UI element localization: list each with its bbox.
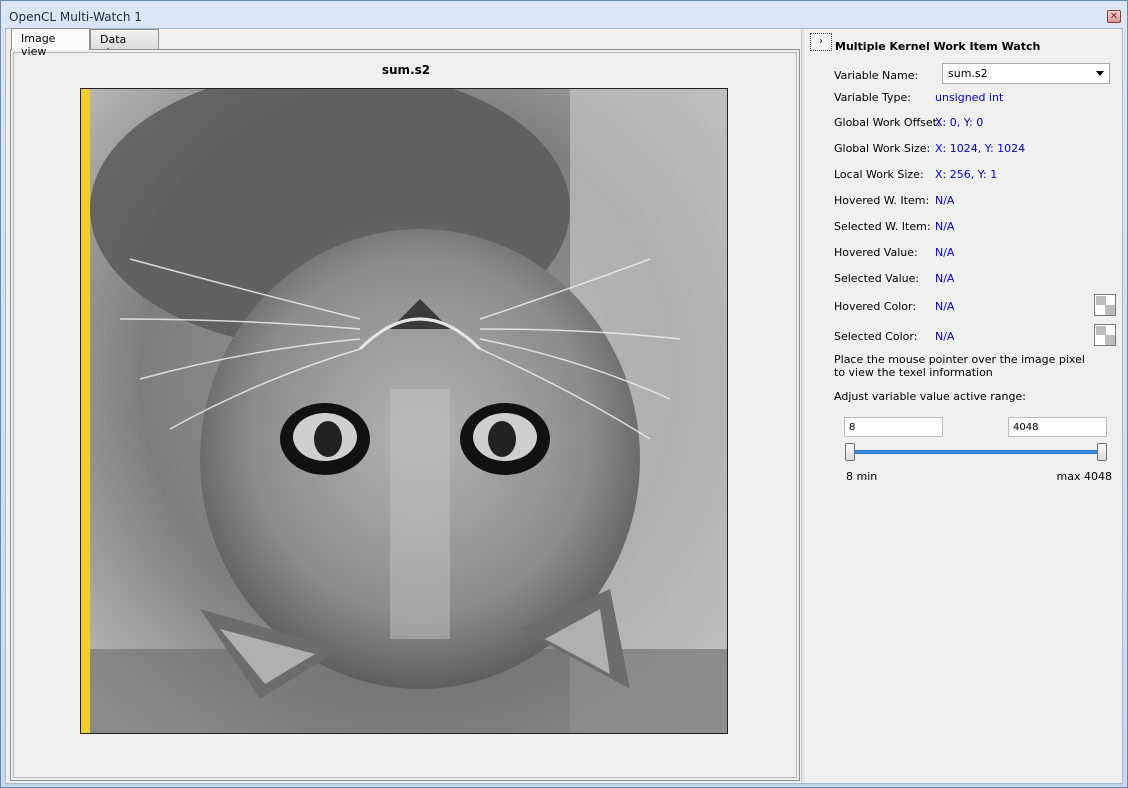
texel-info-line1: Place the mouse pointer over the image p… bbox=[834, 353, 1085, 366]
range-max-label: max 4048 bbox=[1056, 470, 1112, 483]
range-min-input[interactable] bbox=[844, 417, 943, 437]
pane-splitter[interactable] bbox=[801, 29, 805, 783]
hovered-value-value: N/A bbox=[935, 246, 955, 259]
image-view-content: sum.s2 bbox=[13, 52, 797, 778]
hovered-work-item-label: Hovered W. Item: bbox=[834, 194, 930, 207]
checker-cell bbox=[1096, 296, 1106, 305]
checker-cell bbox=[1096, 326, 1106, 335]
window-title: OpenCL Multi-Watch 1 bbox=[9, 10, 142, 24]
image-canvas[interactable] bbox=[80, 88, 728, 734]
tab-data-view[interactable]: Data view bbox=[90, 29, 159, 59]
global-work-size-value: X: 1024, Y: 1024 bbox=[935, 142, 1026, 155]
title-bar: OpenCL Multi-Watch 1 ✕ bbox=[1, 1, 1127, 29]
selected-color-label: Selected Color: bbox=[834, 330, 918, 343]
selected-work-item-value: N/A bbox=[935, 220, 955, 233]
image-left-strip bbox=[81, 89, 90, 733]
local-work-size-label: Local Work Size: bbox=[834, 168, 924, 181]
window: OpenCL Multi-Watch 1 ✕ Image view Data v… bbox=[0, 0, 1128, 788]
checker-cell bbox=[1105, 335, 1115, 345]
range-max-input[interactable] bbox=[1008, 417, 1107, 437]
selected-value-value: N/A bbox=[935, 272, 955, 285]
variable-name-dropdown[interactable]: sum.s2 bbox=[942, 63, 1110, 84]
range-slider-max-handle[interactable] bbox=[1097, 443, 1107, 461]
range-slider-min-handle[interactable] bbox=[845, 443, 855, 461]
global-work-offset-label: Global Work Offset: bbox=[834, 116, 941, 129]
client-area: Image view Data view sum.s2 bbox=[5, 28, 1123, 784]
local-work-size-value: X: 256, Y: 1 bbox=[935, 168, 998, 181]
range-min-label: 8 min bbox=[846, 470, 878, 483]
texel-info-line2: to view the texel information bbox=[834, 366, 993, 379]
watch-panel: › Multiple Kernel Work Item Watch Variab… bbox=[806, 29, 1122, 783]
global-work-size-label: Global Work Size: bbox=[834, 142, 931, 155]
variable-type-label: Variable Type: bbox=[834, 91, 912, 104]
variable-type-value: unsigned int bbox=[935, 91, 1004, 104]
variable-name-label: Variable Name: bbox=[834, 69, 919, 82]
selected-work-item-label: Selected W. Item: bbox=[834, 220, 931, 233]
image-view-pane: sum.s2 bbox=[10, 49, 800, 781]
collapse-panel-button[interactable]: › bbox=[810, 33, 832, 51]
panel-title: Multiple Kernel Work Item Watch bbox=[835, 40, 1041, 53]
selected-color-value: N/A bbox=[935, 330, 955, 343]
range-adjust-label: Adjust variable value active range: bbox=[834, 390, 1026, 403]
selected-color-swatch[interactable] bbox=[1094, 324, 1116, 346]
chevron-down-icon bbox=[1096, 71, 1104, 76]
hovered-value-label: Hovered Value: bbox=[834, 246, 918, 259]
texel-info-hint: Place the mouse pointer over the image p… bbox=[834, 353, 1094, 379]
hovered-color-label: Hovered Color: bbox=[834, 300, 917, 313]
tab-image-view[interactable]: Image view bbox=[11, 28, 90, 58]
image-title: sum.s2 bbox=[381, 63, 431, 77]
selected-value-label: Selected Value: bbox=[834, 272, 920, 285]
cat-image[interactable] bbox=[90, 89, 727, 733]
hovered-work-item-value: N/A bbox=[935, 194, 955, 207]
checker-cell bbox=[1105, 305, 1115, 315]
range-slider-track[interactable] bbox=[850, 450, 1106, 454]
global-work-offset-value: X: 0, Y: 0 bbox=[935, 116, 984, 129]
hovered-color-value: N/A bbox=[935, 300, 955, 313]
close-button[interactable]: ✕ bbox=[1107, 10, 1121, 23]
variable-name-value: sum.s2 bbox=[948, 67, 988, 80]
hovered-color-swatch[interactable] bbox=[1094, 294, 1116, 316]
